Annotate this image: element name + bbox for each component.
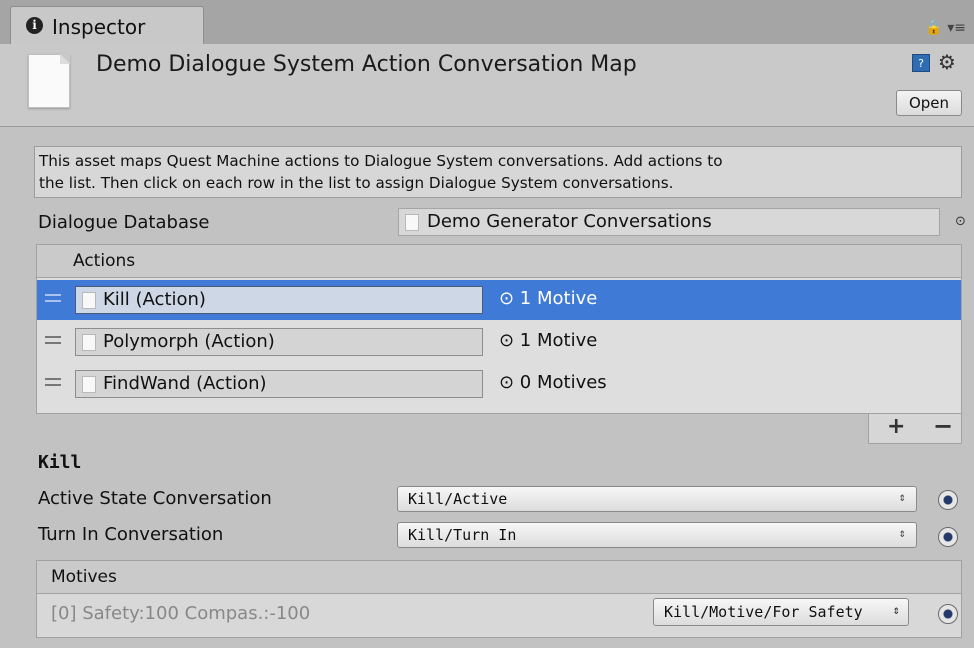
asset-file-icon	[82, 292, 96, 309]
dropdown-value: Kill/Motive/For Safety	[664, 603, 863, 621]
dropdown-arrow-icon: ⇕	[898, 490, 906, 504]
drag-handle-icon[interactable]	[45, 378, 61, 386]
help-text-line-1: This asset maps Quest Machine actions to…	[39, 152, 723, 170]
action-row[interactable]: FindWand (Action) ⊙ 0 Motives	[37, 364, 961, 404]
dropdown-value: Kill/Turn In	[408, 526, 517, 544]
action-object-field[interactable]: Polymorph (Action)	[75, 328, 483, 356]
actions-header-label: Actions	[73, 251, 136, 271]
drag-handle-icon[interactable]	[45, 336, 61, 344]
action-object-field[interactable]: Kill (Action)	[75, 286, 483, 314]
asset-title: Demo Dialogue System Action Conversation…	[96, 52, 637, 77]
turn-in-conversation-dropdown[interactable]: Kill/Turn In ⇕	[397, 522, 917, 548]
motive-conversation-dropdown[interactable]: Kill/Motive/For Safety ⇕	[653, 598, 909, 626]
help-icon[interactable]: ?	[912, 54, 930, 72]
motives-header: Motives	[36, 560, 962, 594]
action-name: Polymorph (Action)	[103, 331, 275, 352]
object-picker-icon[interactable]: ⊙	[955, 214, 966, 229]
list-footer: + −	[868, 412, 962, 444]
gear-icon[interactable]: ⚙	[938, 50, 956, 74]
conversation-picker-icon[interactable]	[938, 604, 958, 624]
remove-action-button[interactable]: −	[933, 412, 953, 440]
action-object-field[interactable]: FindWand (Action)	[75, 370, 483, 398]
tab-inspector[interactable]: i Inspector	[10, 6, 204, 46]
asset-file-icon	[405, 214, 419, 231]
lock-icon[interactable]: 🔒 ▾≡	[925, 20, 966, 36]
dialogue-database-field[interactable]: Demo Generator Conversations	[398, 208, 940, 236]
motive-count[interactable]: ⊙ 0 Motives	[499, 372, 607, 393]
action-name: Kill (Action)	[103, 289, 206, 310]
asset-file-icon	[82, 376, 96, 393]
actions-list-header: Actions	[36, 244, 962, 278]
action-row[interactable]: Kill (Action) ⊙ 1 Motive	[37, 280, 961, 320]
asset-file-icon	[82, 334, 96, 351]
dropdown-arrow-icon: ⇕	[892, 603, 900, 617]
help-text-line-2: the list. Then click on each row in the …	[39, 174, 674, 192]
drag-handle-icon[interactable]	[45, 294, 61, 302]
motives-header-label: Motives	[51, 567, 117, 587]
dropdown-arrow-icon: ⇕	[898, 526, 906, 540]
open-button[interactable]: Open	[896, 90, 962, 116]
help-box: This asset maps Quest Machine actions to…	[34, 146, 962, 198]
info-icon: i	[26, 17, 43, 34]
dropdown-value: Kill/Active	[408, 490, 508, 508]
motive-count[interactable]: ⊙ 1 Motive	[499, 288, 597, 309]
action-row[interactable]: Polymorph (Action) ⊙ 1 Motive	[37, 322, 961, 362]
add-action-button[interactable]: +	[887, 414, 905, 439]
motive-item-label: [0] Safety:100 Compas.:-100	[51, 603, 311, 624]
action-name: FindWand (Action)	[103, 373, 267, 394]
active-state-conversation-dropdown[interactable]: Kill/Active ⇕	[397, 486, 917, 512]
tab-label: Inspector	[52, 15, 146, 39]
actions-list: Kill (Action) ⊙ 1 Motive Polymorph (Acti…	[36, 278, 962, 414]
motive-count[interactable]: ⊙ 1 Motive	[499, 330, 597, 351]
turn-in-conversation-label: Turn In Conversation	[38, 524, 224, 545]
dialogue-database-value: Demo Generator Conversations	[427, 211, 712, 232]
asset-file-icon	[28, 54, 70, 108]
conversation-picker-icon[interactable]	[938, 527, 958, 547]
conversation-picker-icon[interactable]	[938, 490, 958, 510]
dialogue-database-label: Dialogue Database	[38, 212, 210, 233]
motives-list: [0] Safety:100 Compas.:-100 Kill/Motive/…	[36, 594, 962, 638]
active-state-conversation-label: Active State Conversation	[38, 488, 272, 509]
selected-action-title: Kill	[38, 452, 82, 473]
